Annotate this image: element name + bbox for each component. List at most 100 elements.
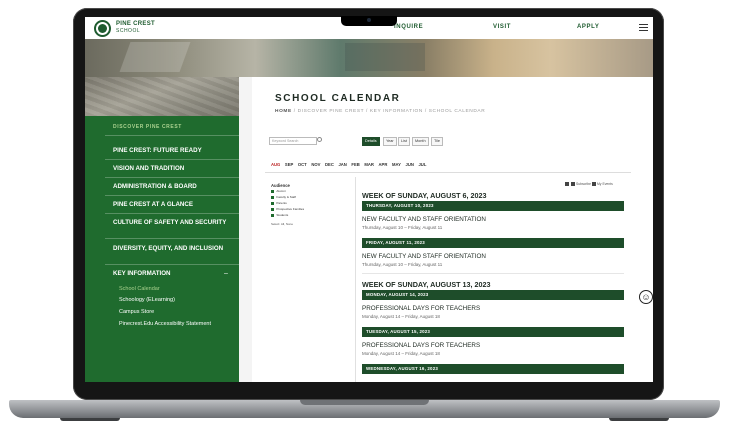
- school-subtitle: SCHOOL: [116, 28, 141, 34]
- checkbox-checked-icon[interactable]: [271, 213, 275, 217]
- print-icon[interactable]: [565, 182, 569, 186]
- sidebar-divider: [105, 195, 239, 196]
- calendar-divider: [265, 172, 631, 173]
- calendar-icon[interactable]: [570, 182, 575, 186]
- event-dates: Monday, August 14 – Friday, August 18: [362, 314, 440, 319]
- tab-year[interactable]: Year: [383, 137, 397, 146]
- month-oct[interactable]: OCT: [298, 162, 307, 167]
- event-title[interactable]: PROFESSIONAL DAYS FOR TEACHERS: [362, 342, 480, 349]
- my-events-icon[interactable]: [591, 182, 596, 186]
- hero-shadow: [345, 43, 425, 71]
- audience-option[interactable]: Prospective Families: [271, 207, 304, 211]
- sidebar-subitem-accessibility-statement[interactable]: Pinecrest.Edu Accessibility Statement: [119, 321, 219, 328]
- audience-option[interactable]: Parents: [271, 201, 287, 205]
- day-header: TUESDAY, AUGUST 15, 2023: [362, 327, 624, 337]
- checkbox-checked-icon[interactable]: [271, 207, 275, 211]
- month-jul[interactable]: JUL: [418, 162, 426, 167]
- hero-highlight: [119, 42, 191, 72]
- sidebar-item-key-information[interactable]: KEY INFORMATION: [113, 270, 231, 278]
- event-title[interactable]: PROFESSIONAL DAYS FOR TEACHERS: [362, 305, 480, 312]
- sidebar-subitem-campus-store[interactable]: Campus Store: [119, 309, 219, 316]
- sidebar-item-glance[interactable]: PINE CREST AT A GLANCE: [113, 201, 231, 209]
- day-header: FRIDAY, AUGUST 11, 2023: [362, 238, 624, 248]
- event-dates: Thursday, August 10 – Friday, August 11: [362, 225, 443, 230]
- sidebar-subitem-school-calendar[interactable]: School Calendar: [119, 286, 219, 293]
- checkbox-checked-icon[interactable]: [271, 189, 275, 193]
- camera-lens: [367, 18, 371, 22]
- sidebar-item-future-ready[interactable]: PINE CREST: FUTURE READY: [113, 147, 231, 155]
- laptop-foot-right: [609, 418, 669, 421]
- sidebar-item-vision[interactable]: VISION AND TRADITION: [113, 165, 231, 173]
- month-jan[interactable]: JAN: [338, 162, 346, 167]
- audience-label: Faculty & Staff: [276, 195, 296, 199]
- event-title[interactable]: NEW FACULTY AND STAFF ORIENTATION: [362, 216, 486, 223]
- sidebar-divider: [105, 177, 239, 178]
- tab-tile[interactable]: Tile: [431, 137, 443, 146]
- sidebar-divider: [105, 264, 239, 265]
- sidebar-subitem-schoology[interactable]: Schoology (ELearning): [119, 297, 219, 304]
- breadcrumb: HOME / DISCOVER PINE CREST / KEY INFORMA…: [275, 109, 485, 114]
- audience-label: Prospective Families: [276, 207, 305, 211]
- nav-apply[interactable]: APPLY: [577, 24, 599, 30]
- month-selector: AUG SEP OCT NOV DEC JAN FEB MAR APR MAY JUN JUL: [271, 162, 431, 167]
- subscribe-link[interactable]: Subscribe: [576, 182, 591, 186]
- week-heading: WEEK OF SUNDAY, AUGUST 6, 2023: [362, 191, 487, 200]
- audience-select-all-none[interactable]: Select: All, None: [271, 222, 293, 226]
- tab-details[interactable]: Details: [362, 137, 380, 146]
- month-dec[interactable]: DEC: [325, 162, 334, 167]
- month-mar[interactable]: MAR: [364, 162, 374, 167]
- month-apr[interactable]: APR: [379, 162, 388, 167]
- laptop-foot-left: [60, 418, 120, 421]
- event-dates: Thursday, August 10 – Friday, August 11: [362, 262, 443, 267]
- audience-title: Audience: [271, 183, 290, 188]
- day-header: WEDNESDAY, AUGUST 16, 2023: [362, 364, 624, 374]
- audience-label: Alumni: [276, 189, 286, 193]
- month-sep[interactable]: SEP: [285, 162, 293, 167]
- checkbox-checked-icon[interactable]: [271, 201, 275, 205]
- audience-label: Students: [276, 213, 289, 217]
- month-nov[interactable]: NOV: [311, 162, 320, 167]
- day-header: MONDAY, AUGUST 14, 2023: [362, 290, 624, 300]
- search-icon[interactable]: [317, 137, 322, 142]
- audience-option[interactable]: Students: [271, 213, 288, 217]
- month-feb[interactable]: FEB: [351, 162, 359, 167]
- audience-option[interactable]: Faculty & Staff: [271, 195, 296, 199]
- audience-option[interactable]: Alumni: [271, 189, 286, 193]
- sidebar-divider: [105, 213, 239, 214]
- my-events-link[interactable]: My Events: [597, 182, 613, 186]
- breadcrumb-path[interactable]: / DISCOVER PINE CREST / KEY INFORMATION …: [292, 109, 485, 114]
- sidebar-divider: [105, 159, 239, 160]
- month-aug[interactable]: AUG: [271, 162, 280, 167]
- collapse-icon[interactable]: –: [224, 270, 228, 277]
- event-title[interactable]: NEW FACULTY AND STAFF ORIENTATION: [362, 253, 486, 260]
- page-title: SCHOOL CALENDAR: [275, 93, 401, 104]
- nav-visit[interactable]: VISIT: [493, 24, 511, 30]
- month-jun[interactable]: JUN: [405, 162, 413, 167]
- sidebar-item-administration[interactable]: ADMINISTRATION & BOARD: [113, 183, 231, 191]
- sidebar-heading[interactable]: DISCOVER PINE CREST: [113, 124, 182, 130]
- calendar-tools: Subscribe My Events: [565, 182, 613, 186]
- laptop-screen: PINE CREST SCHOOL INQUIRE VISIT APPLY DI…: [85, 17, 653, 382]
- school-name[interactable]: PINE CREST: [116, 21, 155, 27]
- tab-list[interactable]: List: [398, 137, 410, 146]
- breadcrumb-home[interactable]: HOME: [275, 109, 292, 114]
- accessibility-icon[interactable]: ☺: [639, 290, 653, 304]
- week-divider: [362, 273, 624, 274]
- month-may[interactable]: MAY: [392, 162, 401, 167]
- sidebar-divider: [105, 238, 239, 239]
- event-dates: Monday, August 14 – Friday, August 18: [362, 351, 440, 356]
- week-heading: WEEK OF SUNDAY, AUGUST 13, 2023: [362, 280, 491, 289]
- nav-inquire[interactable]: INQUIRE: [394, 24, 423, 30]
- day-header: THURSDAY, AUGUST 10, 2023: [362, 201, 624, 211]
- checkbox-checked-icon[interactable]: [271, 195, 275, 199]
- content-gutter: [239, 77, 252, 382]
- sidebar-item-diversity[interactable]: DIVERSITY, EQUITY, AND INCLUSION: [113, 245, 231, 253]
- menu-icon[interactable]: [639, 24, 648, 31]
- school-logo-emblem: [98, 24, 107, 33]
- sidebar-item-safety[interactable]: CULTURE OF SAFETY AND SECURITY: [113, 219, 231, 227]
- laptop-base-notch: [300, 400, 429, 405]
- tab-month[interactable]: Month: [412, 137, 429, 146]
- sidebar-divider: [105, 135, 239, 136]
- keyword-search-input[interactable]: Keyword Search: [269, 137, 317, 145]
- column-divider: [355, 177, 356, 382]
